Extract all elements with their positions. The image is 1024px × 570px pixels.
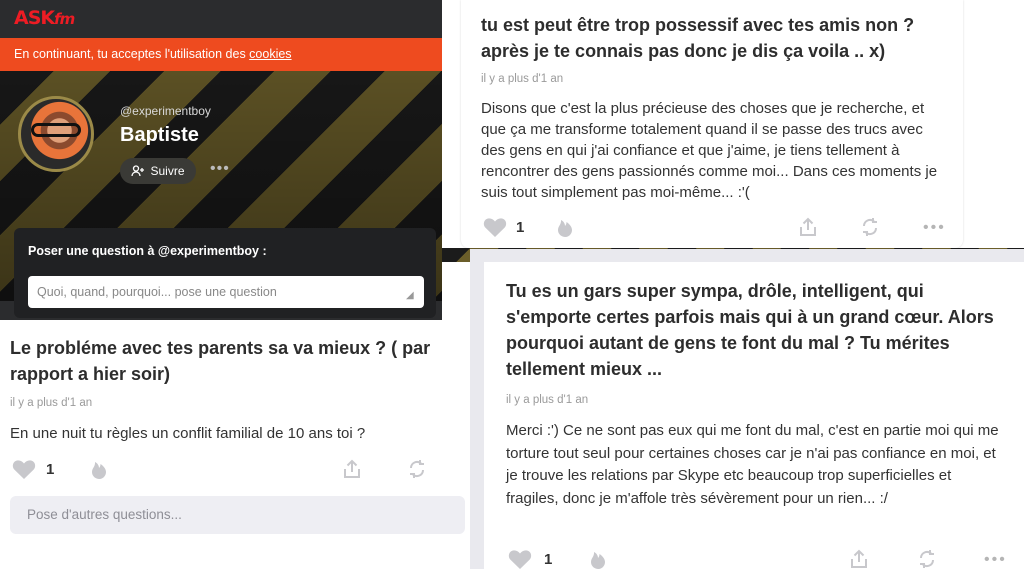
fire-icon[interactable] [590,549,607,570]
resize-handle-icon[interactable]: ◢ [406,290,414,301]
ask-question-input[interactable]: Quoi, quand, pourquoi... pose une questi… [28,276,424,308]
share-icon[interactable] [343,459,361,479]
answer-text: Disons que c'est la plus précieuse des c… [481,100,938,201]
more-questions-input[interactable]: Pose d'autres questions... [10,496,465,534]
like-heart-icon[interactable] [508,549,532,570]
cookie-banner-text: En continuant, tu acceptes l'utilisation… [14,47,250,61]
profile-username: @experimentboy [120,104,211,118]
follow-button-label: Suivre [150,164,185,178]
share-icon[interactable] [850,549,868,569]
answer-time: il y a plus d'1 an [10,397,93,409]
answer-card-1: tu est peut être trop possessif avec tes… [461,0,963,248]
share-icon[interactable] [799,217,817,237]
answer-card-3: Tu es un gars super sympa, drôle, intell… [484,262,1024,569]
repost-icon[interactable] [407,459,427,479]
answer-time: il y a plus d'1 an [481,73,564,85]
fire-icon[interactable] [557,217,574,238]
question-text[interactable]: tu est peut être trop possessif avec tes… [481,12,951,64]
logo-suffix: fm [54,10,75,28]
cookie-banner: En continuant, tu acceptes l'utilisation… [0,38,442,71]
more-options-icon[interactable]: ••• [984,551,1007,569]
profile-more-icon[interactable]: ••• [210,160,230,178]
answer-text: Merci :') Ce ne sont pas eux qui me font… [506,422,999,507]
like-count: 1 [46,461,55,478]
askfm-logo[interactable]: ASKfm [14,7,75,29]
cookies-link[interactable]: cookies [249,47,291,61]
answer-time: il y a plus d'1 an [506,394,589,406]
avatar-glasses [31,123,81,137]
repost-icon[interactable] [860,217,880,237]
follow-button[interactable]: Suivre [120,158,196,184]
add-user-icon [131,165,145,177]
like-heart-icon[interactable] [483,217,507,238]
like-count: 1 [516,219,525,236]
avatar[interactable] [18,96,94,172]
ask-question-label: Poser une question à @experimentboy : [28,244,267,258]
question-text[interactable]: Tu es un gars super sympa, drôle, intell… [506,278,1002,382]
question-text[interactable]: Le probléme avec tes parents sa va mieux… [10,335,460,387]
repost-icon[interactable] [917,549,937,569]
like-heart-icon[interactable] [12,459,36,480]
more-options-icon[interactable]: ••• [923,219,946,237]
logo-main: ASK [14,7,55,29]
profile-display-name: Baptiste [120,124,199,146]
like-count: 1 [544,551,553,568]
answer-text: En une nuit tu règles un conflit familia… [10,425,366,442]
fire-icon[interactable] [91,459,108,480]
